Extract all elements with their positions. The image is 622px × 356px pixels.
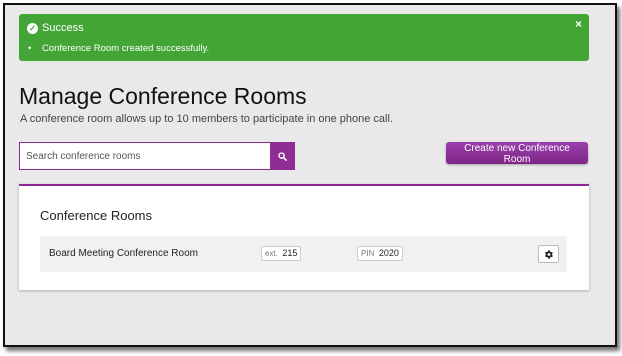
alert-title: Success <box>42 22 84 34</box>
check-circle-icon: ✓ <box>27 22 38 34</box>
search-bar <box>19 142 295 170</box>
search-button[interactable] <box>270 143 294 169</box>
panel-title: Conference Rooms <box>40 208 152 223</box>
success-alert: ✓ Success • Conference Room created succ… <box>19 14 589 61</box>
extension-badge: ext. 215 <box>261 246 302 261</box>
alert-message: Conference Room created successfully. <box>41 43 210 54</box>
close-icon[interactable]: × <box>575 17 582 31</box>
room-name: Board Meeting Conference Room <box>49 248 198 259</box>
search-icon <box>277 151 287 161</box>
alert-bullet: • <box>28 43 32 54</box>
gear-icon <box>545 249 553 259</box>
pin-label: PIN <box>361 249 375 258</box>
alert-message-item: • Conference Room created successfully. <box>28 43 209 54</box>
search-input[interactable] <box>20 143 270 169</box>
pin-badge: PIN 2020 <box>357 246 403 261</box>
room-settings-button[interactable] <box>538 245 559 263</box>
create-conference-room-button[interactable]: Create new Conference Room <box>446 142 588 165</box>
app-window: ✓ Success • Conference Room created succ… <box>3 3 617 347</box>
pin-value: 2020 <box>378 248 399 258</box>
list-item[interactable]: Board Meeting Conference Room ext. 215 P… <box>40 236 567 272</box>
extension-value: 215 <box>282 248 298 258</box>
extension-label: ext. <box>265 249 278 258</box>
page-title: Manage Conference Rooms <box>19 83 307 109</box>
conference-rooms-panel: Conference Rooms Board Meeting Conferenc… <box>19 184 589 290</box>
page-subtitle: A conference room allows up to 10 member… <box>20 113 393 125</box>
alert-header: ✓ Success <box>27 22 84 34</box>
